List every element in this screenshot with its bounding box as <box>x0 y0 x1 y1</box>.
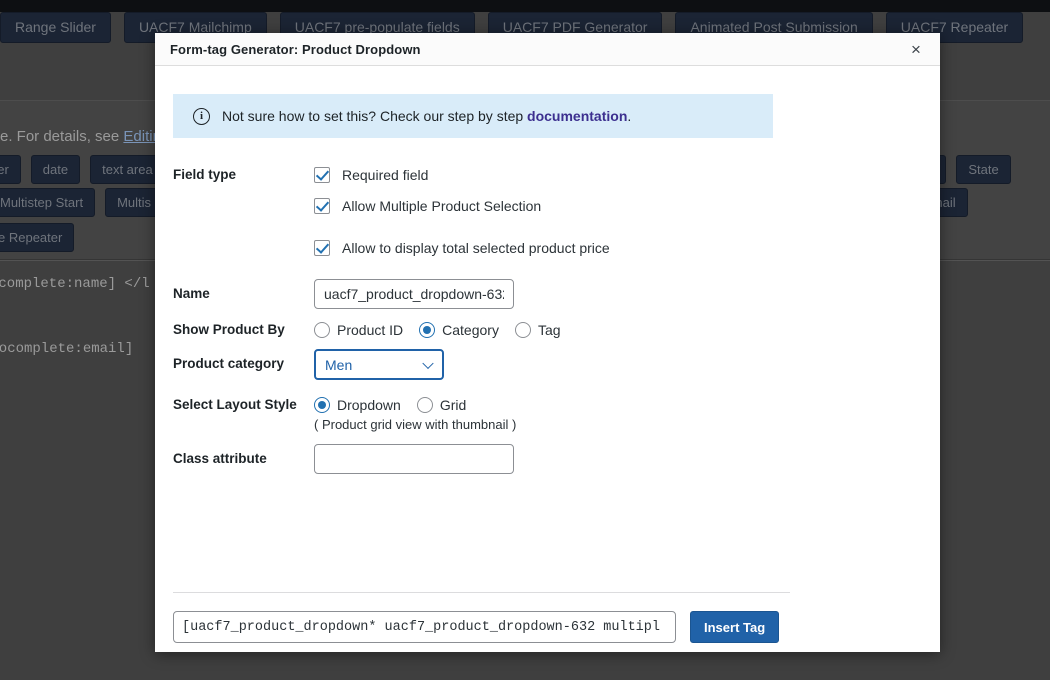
name-control <box>314 279 922 309</box>
form-tag-generator-modal: Form-tag Generator: Product Dropdown × i… <box>155 33 940 652</box>
documentation-link[interactable]: documentation <box>527 108 627 124</box>
bg-tag-button[interactable]: ber <box>0 155 21 184</box>
close-icon[interactable]: × <box>902 33 930 65</box>
bg-tag-button[interactable]: date <box>31 155 80 184</box>
field-type-label: Field type <box>173 164 314 258</box>
admin-top-bar <box>0 0 1050 12</box>
field-type-options: Required field Allow Multiple Product Se… <box>314 164 922 258</box>
radio-grid[interactable] <box>417 397 433 413</box>
radio-label: Tag <box>538 322 561 338</box>
field-row-name: Name <box>173 279 922 309</box>
product-category-label: Product category <box>173 349 314 373</box>
modal-header: Form-tag Generator: Product Dropdown × <box>155 33 940 66</box>
product-category-control: Men <box>314 349 922 380</box>
background-tag-row-2: Multistep Start Multis <box>0 188 163 217</box>
radio-label: Grid <box>440 397 466 413</box>
bg-tag-button[interactable]: Range Slider <box>0 12 111 43</box>
name-input[interactable] <box>314 279 514 309</box>
background-code-line: ocomplete:name] </l <box>0 276 150 292</box>
class-attribute-label: Class attribute <box>173 444 314 468</box>
radio-product-id[interactable] <box>314 322 330 338</box>
info-notice: i Not sure how to set this? Check our st… <box>173 94 773 138</box>
background-code-line: utocomplete:email] <box>0 341 133 357</box>
checkbox-label: Allow to display total selected product … <box>342 240 610 256</box>
bg-tag-button[interactable]: Multistep Start <box>0 188 95 217</box>
field-row-product-category: Product category Men <box>173 349 922 380</box>
radio-tag[interactable] <box>515 322 531 338</box>
info-icon: i <box>193 108 210 125</box>
show-product-by-label: Show Product By <box>173 319 314 341</box>
background-tag-row-1: ber date text area <box>0 155 165 184</box>
radio-label: Dropdown <box>337 397 401 413</box>
background-tag-row-3: e Repeater <box>0 223 74 252</box>
layout-style-hint: ( Product grid view with thumbnail ) <box>314 417 922 432</box>
name-label: Name <box>173 279 314 303</box>
bg-tag-button[interactable]: e Repeater <box>0 223 74 252</box>
class-attribute-input[interactable] <box>314 444 514 474</box>
product-category-select[interactable]: Men <box>314 349 444 380</box>
field-row-class-attribute: Class attribute <box>173 444 922 474</box>
checkbox-icon[interactable] <box>314 240 330 256</box>
chevron-down-icon <box>422 357 433 368</box>
radio-group-show-product-by: Product ID Category Tag <box>314 319 922 341</box>
modal-footer: Insert Tag <box>173 592 790 643</box>
radio-label: Category <box>442 322 499 338</box>
radio-dropdown[interactable] <box>314 397 330 413</box>
generated-tag-input[interactable] <box>173 611 676 643</box>
checkbox-allow-multiple-product-selection[interactable]: Allow Multiple Product Selection <box>314 195 922 216</box>
field-row-layout-style: Select Layout Style Dropdown Grid ( Prod… <box>173 394 922 432</box>
layout-style-options: Dropdown Grid ( Product grid view with t… <box>314 394 922 432</box>
layout-style-label: Select Layout Style <box>173 394 314 432</box>
bg-tag-button[interactable]: State <box>956 155 1010 184</box>
bg-tag-button[interactable]: text area <box>90 155 165 184</box>
radio-group-layout-style: Dropdown Grid <box>314 394 922 416</box>
notice-text: Not sure how to set this? Check our step… <box>222 108 631 124</box>
field-row-field-type: Field type Required field Allow Multiple… <box>173 164 922 258</box>
checkbox-required-field[interactable]: Required field <box>314 164 922 185</box>
show-product-by-options: Product ID Category Tag <box>314 319 922 341</box>
generator-form: Field type Required field Allow Multiple… <box>173 164 922 474</box>
background-description: e. For details, see Editing f <box>0 128 178 145</box>
radio-category[interactable] <box>419 322 435 338</box>
checkbox-allow-total-price[interactable]: Allow to display total selected product … <box>314 237 922 258</box>
checkbox-label: Allow Multiple Product Selection <box>342 198 541 214</box>
checkbox-icon[interactable] <box>314 198 330 214</box>
product-category-selected-value: Men <box>325 357 352 373</box>
checkbox-icon[interactable] <box>314 167 330 183</box>
notice-text-before: Not sure how to set this? Check our step… <box>222 108 527 124</box>
radio-label: Product ID <box>337 322 403 338</box>
modal-body: i Not sure how to set this? Check our st… <box>155 94 940 680</box>
insert-tag-button[interactable]: Insert Tag <box>690 611 779 643</box>
field-row-show-product-by: Show Product By Product ID Category Tag <box>173 319 922 341</box>
background-description-text: e. For details, see <box>0 128 119 145</box>
notice-text-after: . <box>627 108 631 124</box>
checkbox-label: Required field <box>342 167 428 183</box>
modal-title: Form-tag Generator: Product Dropdown <box>170 42 421 57</box>
class-attribute-control <box>314 444 922 474</box>
